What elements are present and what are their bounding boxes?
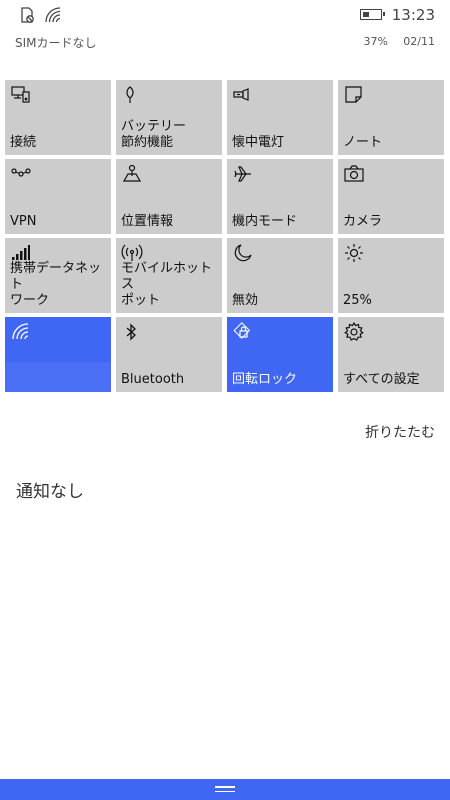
airplane-icon	[233, 164, 253, 184]
tile-label: 機内モード	[232, 214, 298, 229]
tile-cellular-data[interactable]: 携帯データネット ワーク	[5, 238, 111, 313]
hotspot-icon	[121, 243, 143, 263]
status-bar: 13:23 SIMカードなし 37% 02/11	[0, 0, 450, 60]
tile-flashlight[interactable]: 懐中電灯	[227, 80, 333, 155]
tile-brightness[interactable]: 25%	[338, 238, 444, 313]
tile-quiet-hours[interactable]: 無効	[227, 238, 333, 313]
battery-percent: 37%	[363, 35, 388, 48]
drag-handle-icon[interactable]	[215, 786, 235, 792]
tile-all-settings[interactable]: すべての設定	[338, 317, 444, 392]
tile-bluetooth[interactable]: Bluetooth	[116, 317, 222, 392]
tile-location[interactable]: 位置情報	[116, 159, 222, 234]
brightness-icon	[344, 243, 364, 263]
rotation-lock-icon	[233, 322, 253, 342]
tile-label: ノート	[343, 135, 383, 150]
tile-connect[interactable]: 接続	[5, 80, 111, 155]
carrier-status: SIMカードなし	[15, 36, 97, 50]
bluetooth-icon	[122, 322, 142, 342]
note-icon	[344, 85, 364, 105]
tile-label: バッテリー 節約機能	[121, 119, 187, 150]
clock: 13:23	[391, 6, 435, 24]
flashlight-icon	[233, 85, 253, 105]
quick-actions-grid: 接続 バッテリー 節約機能 懐中電灯 ノート VPN 位置情報 機内モード カメ…	[5, 80, 444, 392]
wifi-signal-icon	[44, 6, 64, 26]
tile-label: すべての設定	[343, 372, 420, 387]
location-icon	[122, 164, 142, 184]
battery-icon	[360, 9, 385, 20]
tile-note[interactable]: ノート	[338, 80, 444, 155]
collapse-button[interactable]: 折りたたむ	[365, 422, 435, 442]
no-sim-icon	[18, 6, 38, 26]
connect-icon	[11, 85, 31, 105]
quiet-hours-icon	[233, 243, 253, 263]
tile-label: カメラ	[343, 214, 383, 229]
tile-wifi[interactable]	[5, 317, 111, 392]
battery-fill	[363, 12, 369, 17]
tile-label: 懐中電灯	[232, 135, 285, 150]
tile-label: モバイルホットス ポット	[121, 261, 213, 308]
tile-label: VPN	[10, 214, 37, 229]
date: 02/11	[403, 35, 435, 48]
tile-rotation-lock[interactable]: 回転ロック	[227, 317, 333, 392]
settings-gear-icon	[344, 321, 364, 342]
battery-saver-icon	[122, 85, 142, 105]
tile-airplane-mode[interactable]: 機内モード	[227, 159, 333, 234]
tile-label: 25%	[343, 293, 372, 308]
no-notifications-text: 通知なし	[16, 482, 84, 502]
tile-camera[interactable]: カメラ	[338, 159, 444, 234]
tile-label: Bluetooth	[121, 372, 185, 387]
cellular-icon	[11, 243, 31, 263]
tile-vpn[interactable]: VPN	[5, 159, 111, 234]
camera-icon	[344, 164, 364, 184]
tile-label: 携帯データネット ワーク	[10, 261, 102, 308]
tile-label: 無効	[232, 293, 259, 308]
tile-mobile-hotspot[interactable]: モバイルホットス ポット	[116, 238, 222, 313]
vpn-icon	[11, 164, 31, 184]
action-center-handle-bar[interactable]	[0, 779, 450, 800]
tile-label: 回転ロック	[232, 372, 298, 387]
wifi-icon	[11, 322, 31, 342]
tile-battery-saver[interactable]: バッテリー 節約機能	[116, 80, 222, 155]
tile-label: 位置情報	[121, 214, 174, 229]
tile-label: 接続	[10, 135, 37, 150]
